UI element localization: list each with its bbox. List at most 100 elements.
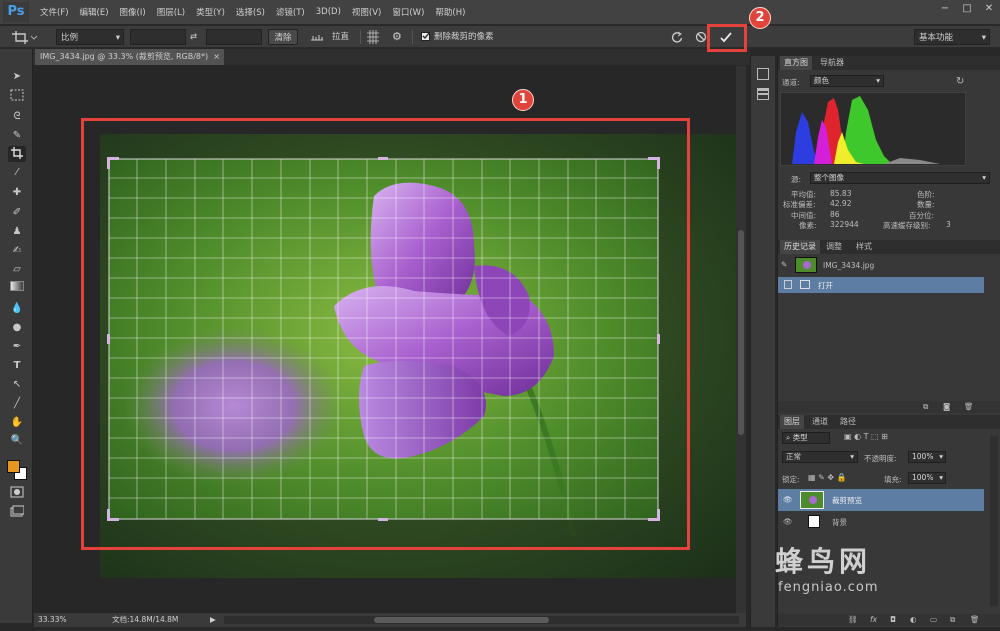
marquee-tool-icon[interactable] (8, 89, 26, 105)
properties-panel-icon[interactable] (757, 88, 769, 100)
add-mask-icon[interactable]: ◘ (890, 615, 896, 624)
menu-file[interactable]: 文件(F) (40, 6, 69, 18)
gradient-tool-icon[interactable] (8, 281, 26, 297)
layer-row-crop-preview[interactable]: 👁 裁剪预览 (778, 489, 984, 511)
blend-mode-select[interactable]: 正常 ▾ (782, 451, 858, 463)
document-icon (800, 280, 810, 289)
clone-stamp-tool-icon[interactable]: ♟ (8, 224, 26, 240)
brush-tool-icon[interactable]: ✐ (8, 205, 26, 221)
quick-select-tool-icon[interactable]: ✎ (8, 128, 26, 144)
type-tool-icon[interactable]: T (8, 358, 26, 374)
visibility-eye-icon[interactable]: 👁 (783, 495, 793, 504)
snapshot-brush-icon[interactable]: ✎ (781, 260, 787, 269)
history-item[interactable]: 打开 (778, 277, 984, 293)
close-button[interactable]: ✕ (978, 0, 1000, 18)
straighten-icon[interactable] (310, 29, 326, 45)
horizontal-scrollbar[interactable] (224, 616, 739, 624)
menu-filter[interactable]: 滤镜(T) (276, 6, 305, 18)
hand-tool-icon[interactable]: ✋ (8, 415, 26, 431)
eraser-tool-icon[interactable]: ▱ (8, 262, 26, 278)
adjustment-layer-icon[interactable]: ◐ (910, 615, 917, 624)
layers-scrollbar[interactable] (990, 436, 998, 606)
menu-image[interactable]: 图像(I) (120, 6, 146, 18)
visibility-eye-icon[interactable]: 👁 (783, 517, 793, 526)
layer-filter-icons[interactable]: ▣ ◐ T ⬚ ⊞ (844, 432, 888, 441)
clear-button[interactable]: 清除 (268, 29, 298, 45)
move-tool-icon[interactable]: ➤ (8, 69, 26, 85)
new-snapshot-icon[interactable]: ◙ (943, 402, 950, 411)
cancel-crop-icon[interactable] (694, 29, 708, 45)
crop-tool-preset[interactable] (8, 29, 38, 45)
layer-name: 背景 (832, 518, 847, 527)
ratio-select[interactable]: 比例 ▾ (56, 29, 124, 45)
delete-state-icon[interactable]: 🗑 (964, 402, 974, 411)
history-panel-icon[interactable] (757, 68, 769, 80)
menu-window[interactable]: 窗口(W) (392, 6, 424, 18)
zoom-level[interactable]: 33.33% (38, 613, 67, 627)
pen-tool-icon[interactable]: ✒ (8, 339, 26, 355)
swap-icon[interactable]: ⇄ (190, 29, 202, 45)
history-snapshot[interactable]: ✎ IMG_3434.jpg (778, 255, 990, 277)
menu-view[interactable]: 视图(V) (352, 6, 381, 18)
menu-3d[interactable]: 3D(D) (316, 7, 341, 17)
chevron-down-icon: ▾ (981, 33, 986, 43)
vertical-scrollbar-thumb[interactable] (738, 230, 744, 435)
overlay-grid-icon[interactable] (366, 29, 380, 45)
tab-adjustments[interactable]: 调整 (822, 240, 846, 254)
layer-style-icon[interactable]: fx (870, 615, 877, 624)
menu-edit[interactable]: 编辑(E) (80, 6, 109, 18)
tab-layers[interactable]: 图层 (780, 415, 804, 429)
layer-kind-filter[interactable]: ⌕ 类型 (782, 432, 830, 444)
menu-select[interactable]: 选择(S) (236, 6, 265, 18)
fill-field[interactable]: 100% ▾ (908, 472, 946, 484)
tab-paths[interactable]: 路径 (836, 415, 860, 429)
lasso-tool-icon[interactable]: ᘓ (8, 109, 26, 125)
zoom-tool-icon[interactable]: 🔍 (8, 433, 26, 449)
status-menu-arrow-icon[interactable]: ▶ (210, 613, 216, 627)
horizontal-scrollbar-thumb[interactable] (374, 617, 549, 623)
lock-label: 锁定: (782, 475, 800, 484)
tab-navigator[interactable]: 导航器 (816, 56, 848, 70)
minimize-button[interactable]: − (934, 0, 956, 18)
document-tab[interactable]: IMG_3434.jpg @ 33.3% (裁剪预览, RGB/8*) × (35, 49, 224, 65)
healing-brush-tool-icon[interactable]: ✚ (8, 185, 26, 201)
source-label: 源: (791, 175, 802, 184)
straighten-label[interactable]: 拉直 (332, 29, 356, 45)
delete-layer-icon[interactable]: 🗑 (970, 615, 980, 624)
layer-row-background[interactable]: 👁 背景 (778, 511, 984, 533)
screen-mode-icon[interactable] (8, 505, 26, 521)
width-field[interactable] (130, 29, 186, 45)
delete-cropped-checkbox[interactable] (421, 29, 431, 45)
tab-styles[interactable]: 样式 (852, 240, 876, 254)
tab-channels[interactable]: 通道 (808, 415, 832, 429)
line-tool-icon[interactable]: ╱ (8, 396, 26, 412)
workspace-select[interactable]: 基本功能 ▾ (914, 29, 990, 45)
maximize-button[interactable]: □ (956, 0, 978, 18)
dodge-tool-icon[interactable]: ● (8, 320, 26, 336)
new-group-icon[interactable]: ▭ (930, 615, 937, 624)
new-layer-icon[interactable]: ⧉ (950, 615, 955, 625)
eyedropper-tool-icon[interactable]: ⁄ (8, 165, 26, 181)
path-selection-tool-icon[interactable]: ↖ (8, 377, 26, 393)
history-brush-tool-icon[interactable]: ✍ (8, 243, 26, 259)
reset-icon[interactable] (670, 29, 686, 45)
close-tab-icon[interactable]: × (213, 49, 220, 65)
crop-tool-icon[interactable] (8, 146, 26, 162)
lock-icons[interactable]: ▦ ✎ ✥ 🔒 (808, 473, 847, 482)
tab-histogram[interactable]: 直方图 (780, 56, 812, 70)
height-field[interactable] (206, 29, 262, 45)
source-select[interactable]: 整个图像 ▾ (810, 172, 990, 184)
menu-type[interactable]: 类型(Y) (196, 6, 225, 18)
menu-layer[interactable]: 图层(L) (157, 6, 185, 18)
tab-history[interactable]: 历史记录 (780, 240, 820, 254)
refresh-icon[interactable]: ↻ (956, 76, 964, 87)
channel-select[interactable]: 颜色 ▾ (810, 75, 884, 87)
quick-mask-icon[interactable] (8, 486, 26, 502)
blur-tool-icon[interactable]: 💧 (8, 301, 26, 317)
menu-help[interactable]: 帮助(H) (435, 6, 465, 18)
opacity-field[interactable]: 100% ▾ (908, 451, 946, 463)
link-layers-icon[interactable]: ⛓ (848, 615, 858, 624)
history-state-checkbox[interactable] (784, 280, 792, 289)
new-document-from-state-icon[interactable]: ⧉ (923, 402, 928, 412)
settings-gear-icon[interactable]: ⚙ (392, 29, 406, 45)
